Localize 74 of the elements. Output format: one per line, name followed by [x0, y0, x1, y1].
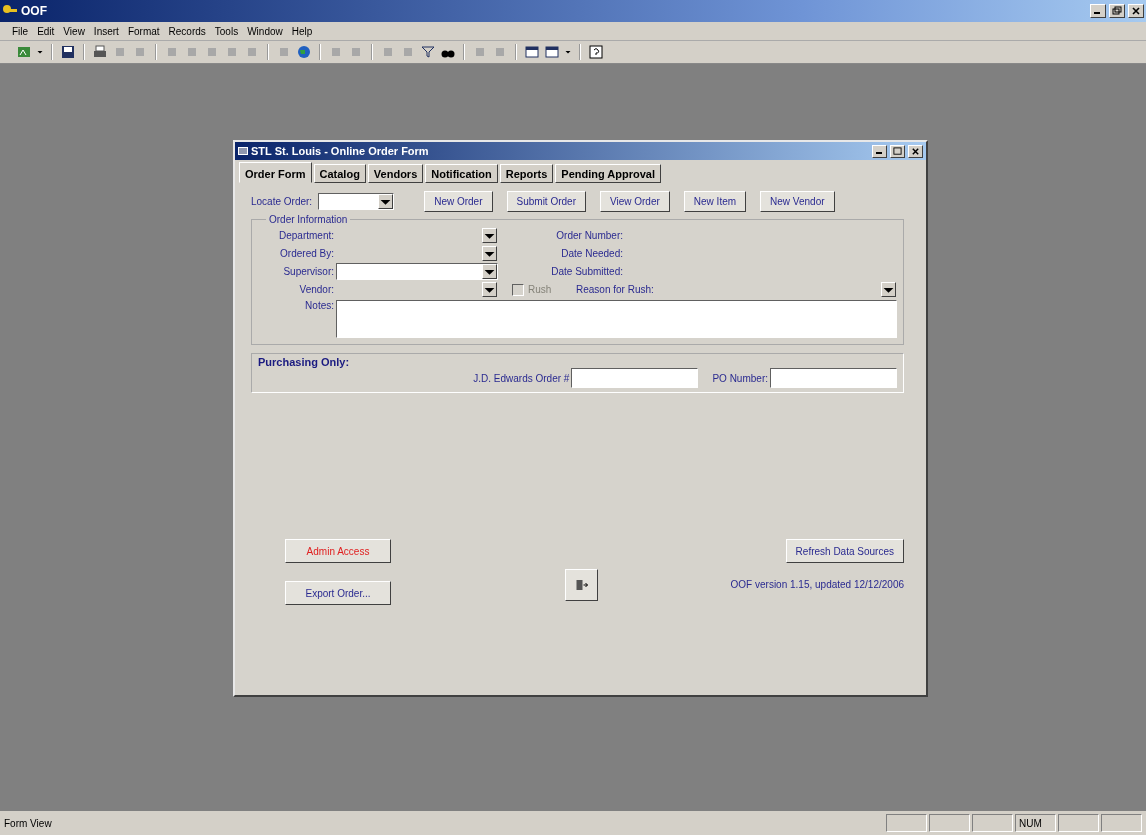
- tab[interactable]: Reports: [499, 164, 554, 183]
- minimize-icon: [1094, 12, 1100, 14]
- help-icon[interactable]: [588, 44, 604, 60]
- menu-item[interactable]: Records: [168, 25, 206, 37]
- action-button[interactable]: View Order: [600, 191, 670, 212]
- field-label: Department:: [277, 230, 334, 241]
- tab[interactable]: Vendors: [367, 164, 424, 183]
- action-button[interactable]: New Order: [424, 191, 493, 212]
- menu-item[interactable]: File: [12, 25, 29, 37]
- status-panel: [929, 814, 970, 832]
- close-button[interactable]: [908, 144, 923, 158]
- field-label: Notes:: [304, 300, 334, 311]
- menu-item[interactable]: Window: [247, 25, 283, 37]
- menu-item[interactable]: Insert: [93, 25, 119, 37]
- printer-icon[interactable]: [92, 44, 108, 60]
- field-label: Reason for Rush:: [576, 284, 655, 295]
- field-label: Vendor:: [298, 284, 334, 295]
- locate-order-dropdown[interactable]: [318, 193, 395, 210]
- maximize-icon: [892, 146, 903, 156]
- tab[interactable]: Order Form: [239, 162, 312, 183]
- form-title: STL St. Louis - Online Order Form: [251, 145, 429, 157]
- minimize-button[interactable]: [1090, 4, 1106, 18]
- close-button[interactable]: [1128, 4, 1144, 18]
- notes-field[interactable]: [336, 300, 897, 338]
- toolbar-icon[interactable]: [524, 44, 540, 60]
- refresh-button[interactable]: Refresh Data Sources: [785, 539, 904, 563]
- field-label: J.D. Edwards Order #: [473, 372, 570, 384]
- menu-item[interactable]: Tools: [214, 25, 239, 37]
- menu-item[interactable]: Format: [127, 25, 160, 37]
- filter-icon[interactable]: [420, 44, 436, 60]
- exit-button[interactable]: [565, 569, 598, 601]
- status-panel: [972, 814, 1013, 832]
- status-text: Form View: [4, 817, 52, 829]
- version-text: OOF version 1.15, updated 12/12/2006: [730, 579, 904, 590]
- status-panel: [1101, 814, 1142, 832]
- field-label: Date Submitted:: [550, 266, 623, 277]
- status-panel: [886, 814, 927, 832]
- field-label: Locate Order:: [251, 196, 313, 207]
- toolbar-icon[interactable]: [544, 44, 560, 60]
- field-label: PO Number:: [712, 372, 768, 384]
- num-lock-indicator: NUM: [1015, 814, 1056, 832]
- window-title: OOF: [21, 4, 47, 18]
- menu-item[interactable]: View: [63, 25, 85, 37]
- po-number-field[interactable]: [770, 368, 897, 388]
- minimize-button[interactable]: [872, 144, 887, 158]
- restore-icon: [1111, 6, 1123, 16]
- checkbox-label: Rush: [528, 284, 553, 295]
- order-number-field[interactable]: [571, 368, 699, 388]
- action-button[interactable]: Submit Order: [506, 191, 586, 212]
- admin-access-button[interactable]: Admin Access: [285, 539, 391, 563]
- action-button[interactable]: New Vendor: [760, 191, 835, 212]
- dropdown-field[interactable]: [336, 263, 498, 280]
- action-button[interactable]: New Item: [683, 191, 747, 212]
- field-label: Supervisor:: [282, 266, 334, 277]
- restore-button[interactable]: [1109, 4, 1125, 18]
- close-icon: [910, 146, 921, 156]
- tab[interactable]: Notification: [425, 164, 498, 183]
- group-legend: Order Information: [266, 214, 351, 225]
- tab[interactable]: Pending Approval: [555, 164, 662, 183]
- maximize-button[interactable]: [890, 144, 905, 158]
- status-panel: [1058, 814, 1099, 832]
- menu-item[interactable]: Edit: [37, 25, 55, 37]
- globe-icon[interactable]: [296, 44, 312, 60]
- menu-item[interactable]: Help: [291, 25, 313, 37]
- save-icon[interactable]: [60, 44, 76, 60]
- form-icon: [238, 146, 248, 156]
- field-label: Date Needed:: [560, 248, 623, 259]
- tab[interactable]: Catalog: [313, 164, 366, 183]
- export-order-button[interactable]: Export Order...: [285, 581, 391, 605]
- field-label: Ordered By:: [279, 248, 334, 259]
- minimize-icon: [876, 151, 882, 154]
- field-label: Order Number:: [555, 230, 623, 241]
- close-icon: [1130, 6, 1142, 16]
- section-heading: Purchasing Only:: [258, 356, 351, 368]
